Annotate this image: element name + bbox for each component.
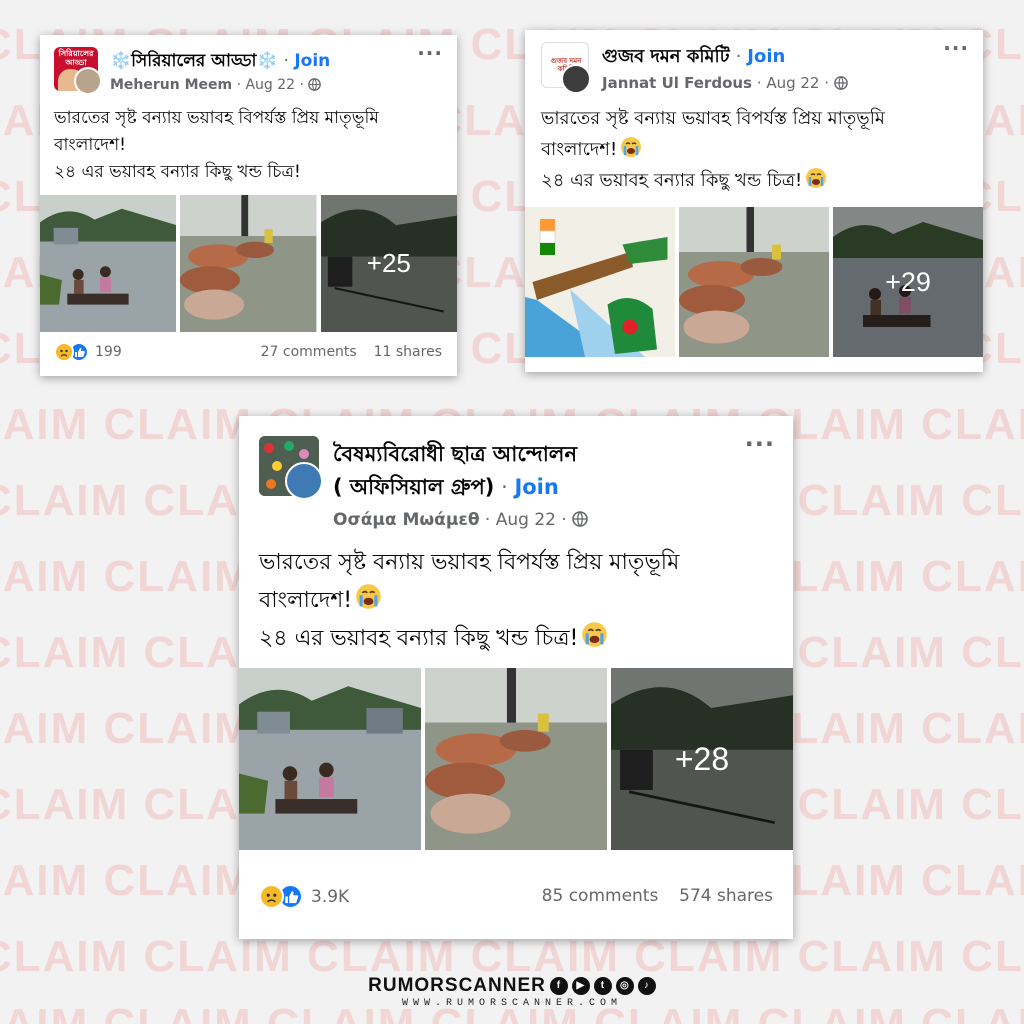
group-name[interactable]: বৈষম্যবিরোধী ছাত্র আন্দোলন (333, 438, 577, 471)
reactions[interactable]: 199 (54, 342, 122, 362)
comments-count[interactable]: 85 comments (542, 886, 659, 906)
photo-flood-children[interactable] (239, 668, 421, 850)
facebook-post-2: গুজব দমন কমিটি গুজব দমন কমিটি · Join Jan… (525, 30, 983, 372)
group-name-line: গুজব দমন কমিটি · Join (602, 46, 786, 67)
more-options-icon[interactable]: ··· (417, 41, 443, 65)
globe-icon (572, 511, 588, 527)
group-name-line: ❄️সিরিয়ালের আড্ডা❄️ · Join (110, 51, 331, 71)
post-stats: 85 comments 574 shares (542, 886, 773, 906)
more-photos-count[interactable]: +25 (320, 195, 457, 332)
twitter-icon[interactable]: t (593, 977, 612, 995)
author-avatar[interactable] (285, 462, 323, 500)
more-photos-count[interactable]: +28 (611, 668, 793, 850)
group-name-suffix[interactable]: ( অফিসিয়াল গ্রুপ) (333, 475, 494, 499)
post-text-line: ভারতের সৃষ্ট বন্যায় ভয়াবহ বিপর্যস্ত প্… (259, 550, 680, 575)
post-text-line: বাংলাদেশ! (54, 135, 126, 155)
facebook-post-1: সিরিয়ালের আড্ডা ❄️সিরিয়ালের আড্ডা❄️ · … (40, 35, 457, 376)
photo-grid: +25 (40, 195, 457, 332)
more-options-icon[interactable]: ··· (745, 430, 775, 458)
photo-flood-road[interactable]: +28 (611, 668, 793, 850)
youtube-icon[interactable]: ▶ (571, 977, 590, 995)
author-name[interactable]: Jannat Ul Ferdous (602, 74, 752, 92)
sad-react-icon (54, 342, 74, 362)
crying-face-icon (356, 584, 381, 609)
rumorscanner-logo: RUMORSCANNER f ▶ t ◎ ♪ WWW.RUMORSCANNER.… (0, 975, 1024, 1009)
join-button[interactable]: Join (294, 51, 330, 71)
post-meta: Meherun Meem · Aug 22 · (110, 77, 322, 93)
photo-flood-cattle[interactable] (679, 207, 829, 357)
facebook-icon[interactable]: f (549, 977, 568, 995)
instagram-icon[interactable]: ◎ (615, 977, 634, 995)
more-photos-count[interactable]: +29 (833, 207, 983, 357)
photo-flood-children[interactable] (40, 195, 177, 332)
photo-flood-cattle[interactable] (425, 668, 607, 850)
sad-react-icon (259, 884, 284, 909)
group-name[interactable]: গুজব দমন কমিটি (602, 46, 730, 67)
shares-count[interactable]: 574 shares (679, 886, 773, 906)
author-avatar[interactable] (561, 64, 591, 94)
post-meta: Οσάμα Μωάμεθ · Aug 22 · (333, 510, 588, 530)
post-meta: Jannat Ul Ferdous · Aug 22 · (602, 74, 848, 92)
photo-flood-cattle[interactable] (180, 195, 317, 332)
facebook-post-3: বৈষম্যবিরোধী ছাত্র আন্দোলন ( অফিসিয়াল গ… (239, 416, 793, 939)
reaction-count: 199 (95, 344, 122, 360)
post-text-line: বাংলাদেশ! (541, 139, 618, 160)
author-name[interactable]: Οσάμα Μωάμεθ (333, 510, 480, 530)
photo-grid: +29 (525, 207, 983, 357)
crying-face-icon (582, 622, 608, 647)
post-text-line: ভারতের সৃষ্ট বন্যায় ভয়াবহ বিপর্যস্ত প্… (54, 108, 379, 128)
globe-icon (308, 78, 322, 91)
post-text-line: বাংলাদেশ! (259, 588, 353, 613)
tiktok-icon[interactable]: ♪ (637, 977, 656, 995)
reaction-count: 3.9K (311, 886, 350, 907)
post-date[interactable]: Aug 22 (496, 510, 556, 530)
post-text-line: ভারতের সৃষ্ট বন্যায় ভয়াবহ বিপর্যস্ত প্… (541, 108, 885, 129)
globe-icon (833, 76, 848, 90)
group-name-block: বৈষম্যবিরোধী ছাত্র আন্দোলন ( অফিসিয়াল গ… (333, 438, 577, 504)
reactions[interactable]: 3.9K (259, 884, 349, 909)
post-date[interactable]: Aug 22 (766, 74, 819, 92)
crying-face-icon (806, 168, 827, 188)
more-options-icon[interactable]: ··· (943, 36, 969, 60)
crying-face-icon (621, 137, 642, 157)
post-text: ভারতের সৃষ্ট বন্যায় ভয়াবহ বিপর্যস্ত প্… (541, 103, 885, 196)
shares-count[interactable]: 11 shares (374, 344, 442, 360)
join-button[interactable]: Join (747, 46, 785, 67)
post-text-line: ২৪ এর ভয়াবহ বন্যার কিছু খন্ড চিত্র! (541, 170, 803, 191)
post-date[interactable]: Aug 22 (245, 77, 295, 93)
author-name[interactable]: Meherun Meem (110, 77, 232, 93)
photo-flood-road[interactable]: +25 (320, 195, 457, 332)
group-name[interactable]: ❄️সিরিয়ালের আড্ডা❄️ (110, 51, 278, 71)
photo-flood-children[interactable]: +29 (833, 207, 983, 357)
post-text-line: ২৪ এর ভয়াবহ বন্যার কিছু খন্ড চিত্র! (259, 626, 579, 651)
photo-grid: +28 (239, 668, 793, 850)
post-text-line: ২৪ এর ভয়াবহ বন্যার কিছু খন্ড চিত্র! (54, 162, 301, 182)
avatar-label: সিরিয়ালের আড্ডা (58, 49, 94, 67)
brand-name: RUMORSCANNER (368, 975, 546, 996)
join-button[interactable]: Join (514, 475, 558, 499)
comments-count[interactable]: 27 comments (261, 344, 357, 360)
photo-dam-illustration[interactable] (525, 207, 675, 357)
post-text: ভারতের সৃষ্ট বন্যায় ভয়াবহ বিপর্যস্ত প্… (54, 105, 379, 186)
author-avatar[interactable] (74, 67, 102, 95)
post-stats: 27 comments 11 shares (261, 344, 442, 360)
website-url[interactable]: WWW.RUMORSCANNER.COM (0, 998, 1024, 1009)
post-text: ভারতের সৃষ্ট বন্যায় ভয়াবহ বিপর্যস্ত প্… (259, 544, 679, 658)
